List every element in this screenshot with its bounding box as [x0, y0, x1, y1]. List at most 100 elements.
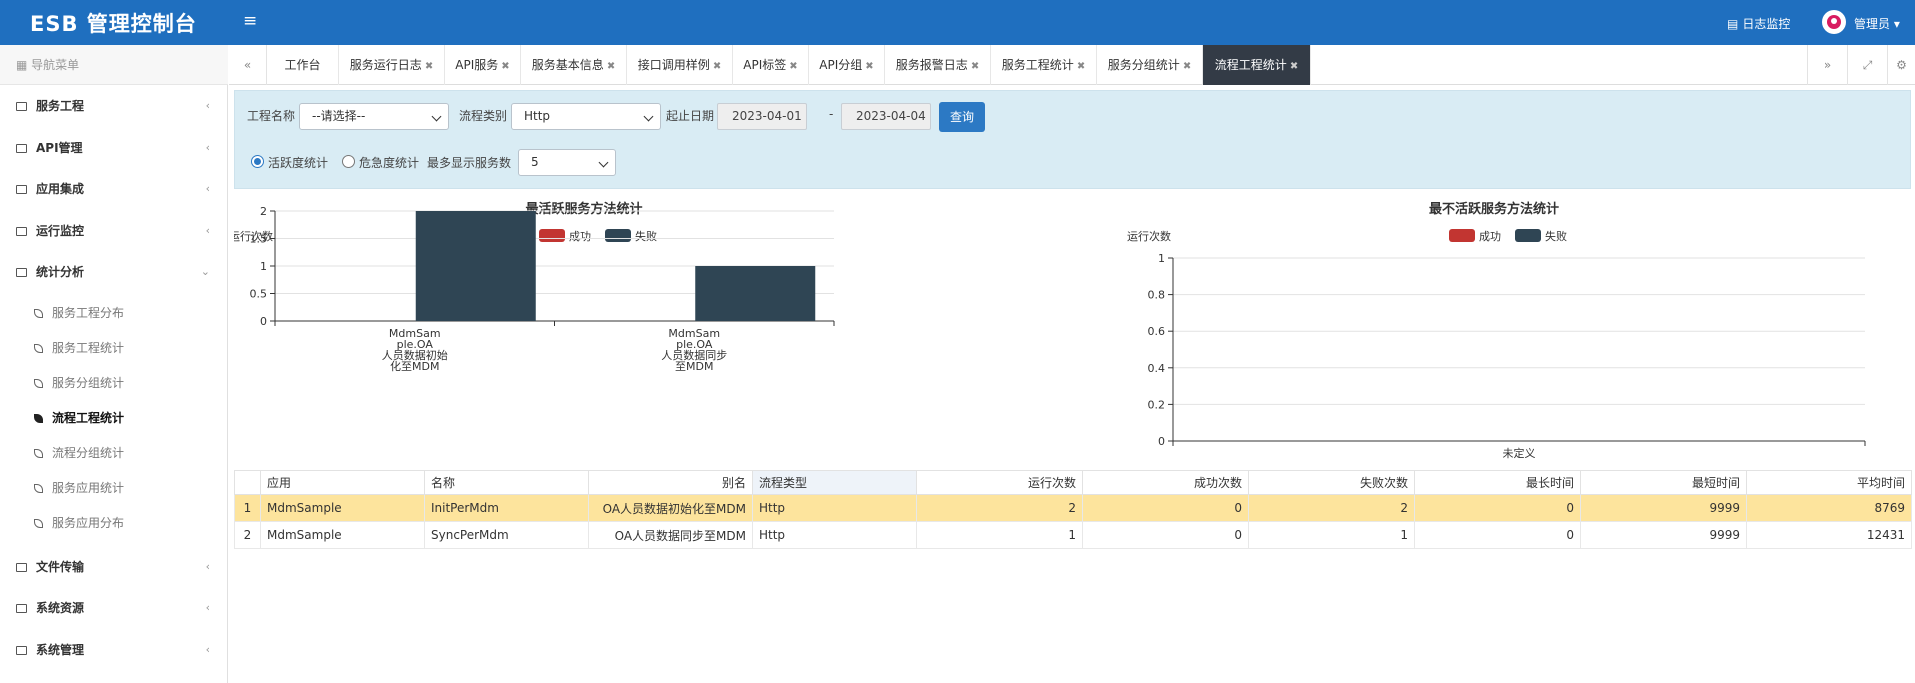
chevron-left-icon: ‹ — [205, 141, 210, 154]
tab-group-stats[interactable]: 服务分组统计 ✖ — [1097, 45, 1203, 85]
column-header[interactable]: 名称 — [424, 470, 589, 495]
column-header[interactable]: 运行次数 — [916, 470, 1083, 495]
radio-risk[interactable] — [342, 155, 355, 168]
table-row[interactable]: 2 MdmSample SyncPerMdm OA人员数据同步至MDM Http… — [234, 521, 1912, 549]
table-row[interactable]: 1 MdmSample InitPerMdm OA人员数据初始化至MDM Htt… — [234, 494, 1912, 522]
flow-stats-table: 应用 名称 别名 流程类型 运行次数 成功次数 失败次数 最长时间 最短时间 平… — [234, 470, 1912, 549]
project-select[interactable]: --请选择-- — [299, 103, 449, 130]
project-select-value: --请选择-- — [312, 109, 366, 123]
tab-alarm-log[interactable]: 服务报警日志 ✖ — [885, 45, 991, 85]
tab-api-service[interactable]: API服务 ✖ — [445, 45, 521, 85]
tab-service-info[interactable]: 服务基本信息 ✖ — [521, 45, 627, 85]
close-icon[interactable]: ✖ — [1290, 61, 1298, 72]
menu-toggle-icon[interactable]: ≡ — [243, 11, 257, 31]
y-tick-label: 0 — [1158, 435, 1165, 448]
most-active-chart: 最活跃服务方法统计成功 失败运行次数00.511.52MdmSample.OA人员… — [234, 201, 835, 373]
tab-call-sample[interactable]: 接口调用样例 ✖ — [627, 45, 733, 85]
user-name-label: 管理员 — [1854, 17, 1891, 31]
fullscreen-icon[interactable]: ⤢ — [1847, 45, 1887, 85]
y-tick-label: 1 — [260, 260, 267, 273]
leaf-icon — [34, 309, 43, 318]
close-icon[interactable]: ✖ — [425, 61, 433, 72]
sidebar-subitem-flow-stats[interactable]: 流程工程统计 — [0, 401, 228, 435]
sidebar-subitem-label: 服务应用统计 — [52, 481, 125, 495]
list-icon: ▤ — [1727, 16, 1739, 31]
close-icon[interactable]: ✖ — [1077, 61, 1085, 72]
tab-api-group[interactable]: API分组 ✖ — [809, 45, 885, 85]
chart-title: 最不活跃服务方法统计 — [1429, 201, 1559, 217]
tab-label: 服务报警日志 — [895, 58, 968, 72]
log-monitor-link[interactable]: ▤ 日志监控 — [1727, 15, 1790, 32]
column-header[interactable]: 失败次数 — [1248, 470, 1415, 495]
query-button[interactable]: 查询 — [939, 102, 985, 132]
sidebar-item-label: 服务工程 — [36, 99, 85, 113]
sidebar-item-app-integration[interactable]: 应用集成 ‹ — [0, 169, 228, 209]
tab-api-tag[interactable]: API标签 ✖ — [733, 45, 809, 85]
column-header[interactable]: 别名 — [588, 470, 753, 495]
close-icon[interactable]: ✖ — [713, 61, 721, 72]
user-icon — [1827, 15, 1841, 29]
sidebar-item-monitoring[interactable]: 运行监控 ‹ — [0, 211, 228, 251]
y-tick-label: 0.8 — [1148, 289, 1166, 302]
close-icon[interactable]: ✖ — [865, 61, 873, 72]
start-date-input[interactable]: 2023-04-01 — [717, 103, 807, 130]
sidebar-subitem-label: 服务分组统计 — [52, 376, 125, 390]
leaf-icon — [34, 344, 43, 353]
end-date-input[interactable]: 2023-04-04 — [841, 103, 931, 130]
sidebar-subitem-group-stats[interactable]: 服务分组统计 — [0, 366, 228, 400]
close-icon[interactable]: ✖ — [1183, 61, 1191, 72]
tab-label: 接口调用样例 — [637, 58, 710, 72]
sidebar-subitem-app-stats[interactable]: 服务应用统计 — [0, 471, 228, 505]
close-icon[interactable]: ✖ — [607, 61, 615, 72]
sidebar-subitem-app-distribution[interactable]: 服务应用分布 — [0, 506, 228, 540]
leaf-icon — [34, 484, 43, 493]
y-tick-label: 2 — [260, 205, 267, 218]
column-header[interactable]: 成功次数 — [1082, 470, 1249, 495]
avatar[interactable] — [1822, 10, 1846, 34]
radio-activity[interactable] — [251, 155, 264, 168]
legend-swatch — [1449, 229, 1475, 242]
tab-label: API分组 — [819, 58, 863, 72]
sidebar-item-api[interactable]: API管理 ‹ — [0, 128, 228, 168]
tab-flow-stats[interactable]: 流程工程统计 ✖ — [1203, 45, 1311, 85]
leaf-icon — [34, 414, 43, 423]
column-header[interactable]: 最短时间 — [1580, 470, 1747, 495]
close-icon[interactable]: ✖ — [971, 61, 979, 72]
tab-scroll-left-icon[interactable]: « — [229, 45, 267, 85]
max-services-select[interactable]: 5 — [518, 149, 616, 176]
flow-type-label: 流程类别 — [459, 109, 508, 123]
table-cell: 0 — [1414, 521, 1581, 549]
sidebar-item-label: 运行监控 — [36, 224, 85, 238]
table-cell: 0 — [1082, 521, 1249, 549]
sidebar-item-service-project[interactable]: 服务工程 ‹ — [0, 86, 228, 126]
close-icon[interactable]: ✖ — [501, 61, 509, 72]
legend-label: 成功 — [569, 230, 591, 243]
sidebar-item-statistics[interactable]: 统计分析 ⌄ — [0, 252, 228, 292]
column-header[interactable]: 流程类型 — [752, 470, 917, 495]
tab-project-stats[interactable]: 服务工程统计 ✖ — [991, 45, 1097, 85]
sidebar-subitem-service-stats[interactable]: 服务工程统计 — [0, 331, 228, 365]
tab-service-run-log[interactable]: 服务运行日志 ✖ — [339, 45, 445, 85]
date-range-label: 起止日期 — [666, 109, 715, 123]
sidebar-item-system-admin[interactable]: 系统管理 ‹ — [0, 630, 228, 670]
column-header[interactable]: 最长时间 — [1414, 470, 1581, 495]
flow-type-select[interactable]: Http — [511, 103, 661, 130]
gear-icon[interactable]: ⚙ — [1887, 45, 1915, 85]
sidebar-item-system-resource[interactable]: 系统资源 ‹ — [0, 588, 228, 628]
chevron-down-icon — [643, 111, 654, 122]
tab-label: 服务基本信息 — [531, 58, 604, 72]
tab-workbench[interactable]: 工作台 — [267, 45, 339, 85]
table-cell: 12431 — [1746, 521, 1912, 549]
tab-scroll-right-icon[interactable]: » — [1807, 45, 1847, 85]
sidebar-item-label: 文件传输 — [36, 560, 85, 574]
sidebar-subitem-flow-group-stats[interactable]: 流程分组统计 — [0, 436, 228, 470]
table-header-row: 应用 名称 别名 流程类型 运行次数 成功次数 失败次数 最长时间 最短时间 平… — [234, 470, 1912, 495]
close-icon[interactable]: ✖ — [789, 61, 797, 72]
user-menu[interactable]: 管理员 ▾ — [1854, 15, 1900, 32]
sidebar-item-file-transfer[interactable]: 文件传输 ‹ — [0, 547, 228, 587]
column-header[interactable]: 应用 — [260, 470, 425, 495]
column-header[interactable]: 平均时间 — [1746, 470, 1912, 495]
table-cell: OA人员数据同步至MDM — [588, 521, 753, 549]
sidebar-subitem-label: 服务工程分布 — [52, 306, 125, 320]
sidebar-subitem-service-distribution[interactable]: 服务工程分布 — [0, 296, 228, 330]
